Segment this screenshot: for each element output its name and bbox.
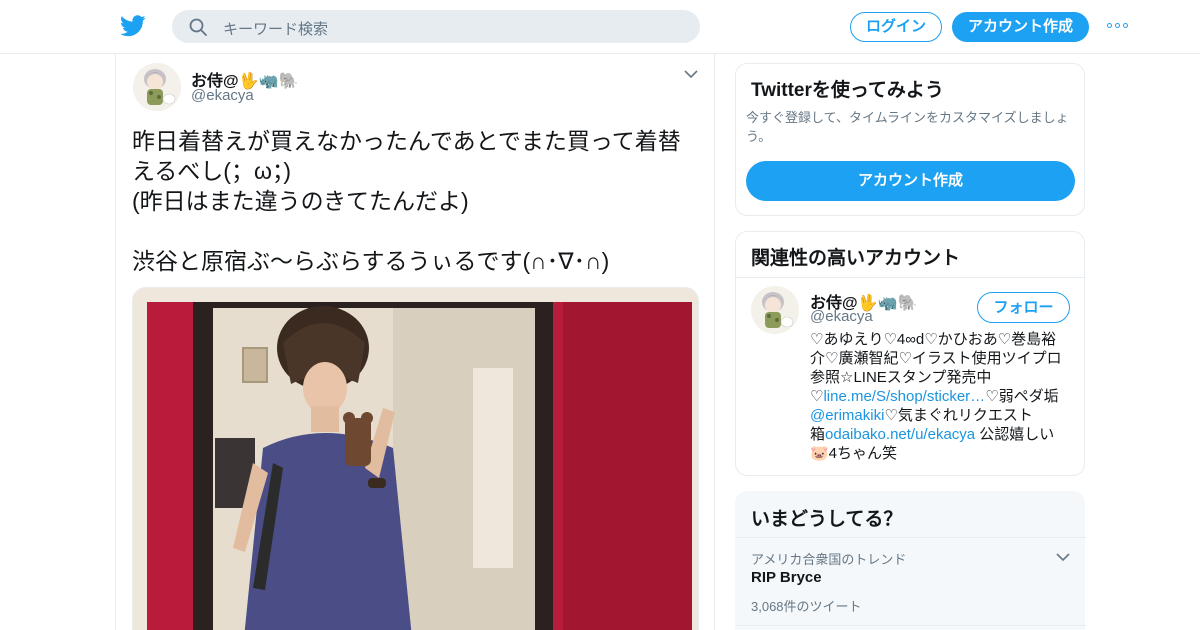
bio-line: @erimakiki♡気まぐれリクエスト [810, 406, 1078, 425]
search-icon [189, 18, 207, 36]
related-account-bio: ♡あゆえり♡4∞d♡かひおあ♡巻島裕 介♡廣瀬智紀♡イラスト使用ツイプロ 参照☆… [810, 330, 1078, 463]
trend-location: アメリカ合衆国のトレンド [751, 552, 907, 567]
chevron-down-icon[interactable] [684, 69, 698, 79]
author-avatar[interactable] [133, 63, 181, 111]
tweet-text-line: 昨日着替えが買えなかったんであとでまた買って着替 [132, 128, 681, 154]
more-dots-icon[interactable] [1107, 23, 1129, 29]
tweet-text-line: 渋谷と原宿ぶ〜らぶらするうぃるです(∩･∇･∩) [132, 248, 610, 274]
twitter-bird-icon[interactable] [120, 14, 146, 38]
tweet-text-line: (昨日はまた違うのきてたんだよ) [132, 188, 469, 214]
signup-card-description: 今すぐ登録して、タイムラインをカスタマイズしましょう。 [746, 110, 1069, 144]
search-bar[interactable]: キーワード検索 [172, 10, 700, 43]
bio-text: 箱 [810, 426, 826, 443]
bio-line: ♡line.me/S/shop/sticker…♡弱ペダ垢 [810, 387, 1078, 406]
bio-text: ♡弱ペダ垢 [985, 388, 1059, 405]
related-account-avatar[interactable] [751, 286, 799, 334]
signup-prompt-card: Twitterを使ってみよう 今すぐ登録して、タイムラインをカスタマイズしましょ… [735, 63, 1085, 216]
tweet-photo[interactable] [132, 287, 699, 630]
bio-line: 介♡廣瀬智紀♡イラスト使用ツイプロ [810, 350, 1062, 367]
signup-card-title: Twitterを使ってみよう [751, 80, 944, 101]
top-navigation-bar: キーワード検索 ログイン アカウント作成 [0, 0, 1200, 54]
related-account-handle[interactable]: @ekacya [810, 308, 873, 325]
mention-link[interactable]: @erimakiki [810, 407, 884, 424]
signup-button[interactable]: アカウント作成 [952, 12, 1089, 42]
signup-card-button[interactable]: アカウント作成 [746, 161, 1075, 201]
bio-line: ♡あゆえり♡4∞d♡かひおあ♡巻島裕 [810, 331, 1057, 348]
tweet-text: 昨日着替えが買えなかったんであとでまた買って着替 えるべし(；ω；) (昨日はま… [132, 126, 707, 276]
bio-text: 公認嬉しい [975, 426, 1055, 443]
bio-line: 🐷4ちゃん笑 [810, 445, 898, 462]
tweet-text-line: えるべし(；ω；) [132, 158, 292, 184]
divider [736, 625, 1086, 626]
tweet-text-line [132, 216, 707, 246]
bio-line: 参照☆LINEスタンプ発売中 [810, 369, 992, 386]
trend-topic-link[interactable]: RIP Bryce [751, 569, 822, 586]
related-accounts-title: 関連性の高いアカウント [751, 248, 961, 269]
bio-line: 箱odaibako.net/u/ekacya 公認嬉しい [810, 425, 1078, 444]
odaibako-link[interactable]: odaibako.net/u/ekacya [825, 426, 975, 443]
sticker-link[interactable]: line.me/S/shop/sticker… [823, 388, 985, 405]
bio-text: ♡ [810, 388, 824, 405]
divider [736, 537, 1086, 538]
chevron-down-icon[interactable] [1056, 552, 1070, 562]
follow-button[interactable]: フォロー [977, 292, 1070, 323]
tweet-panel: お侍@🖖🦏🐘 @ekacya 昨日着替えが買えなかったんであとでまた買って着替 … [115, 54, 715, 630]
trends-title: いまどうしてる？ [751, 509, 903, 530]
login-button[interactable]: ログイン [850, 12, 942, 42]
divider [736, 277, 1084, 278]
related-accounts-card: 関連性の高いアカウント お侍@🖖🦏🐘 @ekacya フォロー ♡あゆえり♡4∞… [735, 231, 1085, 476]
trend-tweet-count: 3,068件のツイート [751, 599, 862, 614]
bio-text: ♡気まぐれリクエスト [884, 407, 1033, 424]
trends-card: いまどうしてる？ アメリカ合衆国のトレンド RIP Bryce 3,068件のツ… [735, 491, 1086, 630]
search-placeholder[interactable]: キーワード検索 [223, 18, 328, 39]
author-handle[interactable]: @ekacya [191, 87, 254, 104]
